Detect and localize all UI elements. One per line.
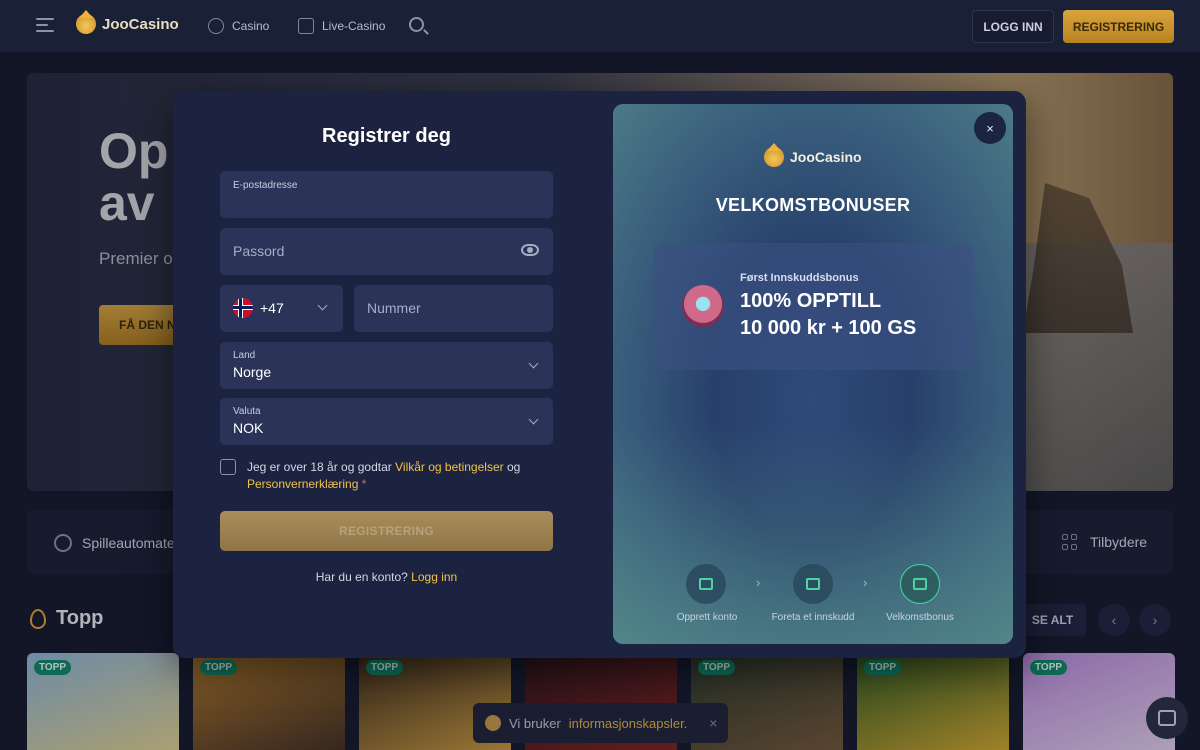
- panel-logo: JooCasino: [764, 143, 862, 167]
- gift-icon: [900, 564, 940, 604]
- dealer-icon: [298, 18, 314, 34]
- country-select[interactable]: Land Norge: [220, 342, 553, 389]
- bonus-line2: 10 000 kr + 100 GS: [740, 317, 917, 339]
- currency-label: Valuta: [233, 406, 261, 417]
- terms-prefix: Jeg er over 18 år og godtar: [247, 460, 392, 474]
- phone-placeholder: Nummer: [367, 300, 421, 316]
- logo-text: JooCasino: [102, 15, 179, 33]
- terms-mid: og: [506, 460, 521, 474]
- nav-casino-label: Casino: [232, 19, 270, 33]
- search-icon[interactable]: [409, 17, 424, 32]
- country-label: Land: [233, 350, 256, 361]
- chevron-down-icon: [317, 300, 328, 311]
- phone-code-select[interactable]: +47: [220, 285, 343, 332]
- terms-text: Jeg er over 18 år og godtar Vilkår og be…: [247, 459, 547, 493]
- login-link[interactable]: Logg inn: [411, 570, 457, 584]
- register-button[interactable]: REGISTRERING: [1063, 10, 1174, 43]
- terms-link[interactable]: Vilkår og betingelser: [395, 460, 504, 474]
- currency-select[interactable]: Valuta NOK: [220, 398, 553, 445]
- panel-title: VELKOMSTBONUSER: [715, 195, 911, 215]
- pearl-shell-icon: [682, 285, 724, 327]
- modal-title: Registrer deg: [322, 125, 451, 147]
- currency-value: NOK: [233, 420, 264, 436]
- top-nav: JooCasino Casino Live-Casino LOGG INN RE…: [0, 0, 1200, 52]
- privacy-link[interactable]: Personvernerklæring: [247, 477, 358, 491]
- close-icon[interactable]: ×: [974, 112, 1006, 144]
- spade-icon: [208, 18, 224, 34]
- email-label: E-postadresse: [233, 180, 298, 191]
- norway-flag-icon: [233, 298, 253, 318]
- country-value: Norge: [233, 364, 272, 380]
- nav-casino[interactable]: Casino: [208, 18, 269, 34]
- submit-button[interactable]: REGISTRERING: [220, 511, 553, 551]
- login-button[interactable]: LOGG INN: [972, 10, 1054, 43]
- have-account-text: Har du en konto? Logg inn: [220, 570, 553, 584]
- step-label-create: Opprett konto: [676, 612, 738, 623]
- required-mark: *: [361, 477, 367, 491]
- step-arrow-icon: ›: [863, 575, 868, 590]
- have-account-label: Har du en konto?: [315, 570, 408, 584]
- bonus-kicker: Først Innskuddsbonus: [740, 272, 859, 284]
- phone-number-field[interactable]: Nummer: [354, 285, 553, 332]
- menu-icon[interactable]: [36, 18, 54, 32]
- phone-code-value: +47: [260, 300, 284, 316]
- email-field[interactable]: E-postadresse: [220, 171, 553, 218]
- bonus-panel: [613, 104, 1013, 644]
- crown-icon: [764, 143, 784, 167]
- logo[interactable]: JooCasino: [76, 10, 179, 34]
- step-label-bonus: Velkomstbonus: [886, 612, 954, 623]
- nav-live-casino[interactable]: Live-Casino: [298, 18, 385, 34]
- step-label-deposit: Foreta et innskudd: [771, 612, 855, 623]
- panel-logo-text: JooCasino: [790, 149, 862, 165]
- password-field[interactable]: Passord: [220, 228, 553, 275]
- chevron-down-icon: [528, 414, 539, 425]
- enter-icon: [686, 564, 726, 604]
- crown-icon: [76, 10, 96, 34]
- bonus-line1: 100% OPPTILL: [740, 290, 882, 312]
- wallet-icon: [793, 564, 833, 604]
- chevron-down-icon: [528, 358, 539, 369]
- nav-live-casino-label: Live-Casino: [322, 19, 386, 33]
- eye-icon[interactable]: [521, 244, 539, 256]
- terms-checkbox[interactable]: [220, 459, 236, 475]
- panel-glow: [613, 424, 1013, 644]
- password-placeholder: Passord: [233, 243, 285, 259]
- step-arrow-icon: ›: [756, 575, 761, 590]
